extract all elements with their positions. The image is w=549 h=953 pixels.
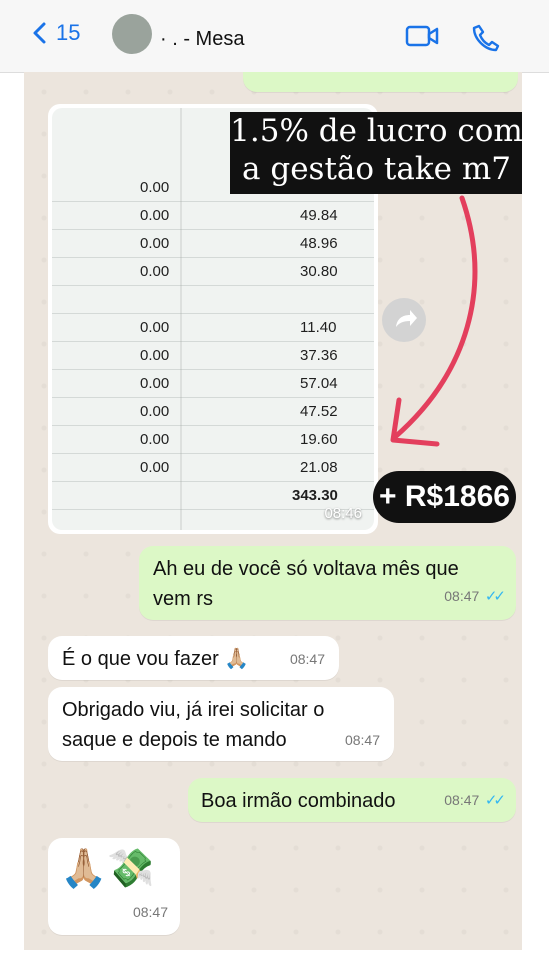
contact-name[interactable]: · . - Mesa	[160, 28, 244, 51]
voice-call-button[interactable]	[471, 22, 501, 57]
previous-message-bubble	[243, 72, 518, 92]
incoming-message[interactable]: Obrigado viu, já irei solicitar o saque …	[48, 687, 394, 761]
avatar[interactable]	[112, 14, 152, 54]
chat-area[interactable]: 0.00 0.00 49.84 0.00 48.96 0.00 30.80 0.00 1…	[24, 72, 522, 950]
profit-badge: + R$1866	[373, 471, 516, 523]
incoming-emoji-message[interactable]: 🙏🏼💸 08:47	[48, 838, 180, 935]
table-row: 0.00 47.52	[52, 397, 374, 426]
table-row: 0.00 11.40	[52, 313, 374, 342]
back-button[interactable]: 15	[30, 20, 80, 46]
outgoing-message[interactable]: Boa irmão combinado 08:47 ✓✓	[188, 778, 516, 822]
table-row: 0.00 57.04	[52, 369, 374, 398]
chevron-left-icon	[33, 22, 46, 44]
table-row: 0.00 19.60	[52, 425, 374, 454]
video-icon	[405, 25, 439, 47]
incoming-message[interactable]: É o que vou fazer 🙏🏼 08:47	[48, 636, 339, 680]
table-row: 0.00 21.08	[52, 453, 374, 482]
video-call-button[interactable]	[405, 22, 439, 55]
forward-icon	[396, 310, 417, 327]
photo-time: 08:46	[324, 505, 362, 522]
read-receipt-icon: ✓✓	[484, 792, 506, 809]
chat-header: 15 · . - Mesa	[0, 0, 549, 73]
table-row	[52, 285, 374, 314]
read-receipt-icon: ✓✓	[484, 588, 506, 605]
phone-icon	[472, 24, 500, 52]
outgoing-message[interactable]: Ah eu de você só voltava mês que vem rs …	[139, 546, 516, 620]
table-row: 0.00 49.84	[52, 201, 374, 230]
unread-count: 15	[56, 20, 81, 45]
table-row: 0.00 37.36	[52, 341, 374, 370]
overlay-title: 1.5% de lucro com a gestão take m7	[230, 112, 522, 194]
forward-button[interactable]	[382, 298, 426, 342]
table-row: 0.00 48.96	[52, 229, 374, 258]
table-row: 0.00 30.80	[52, 257, 374, 286]
